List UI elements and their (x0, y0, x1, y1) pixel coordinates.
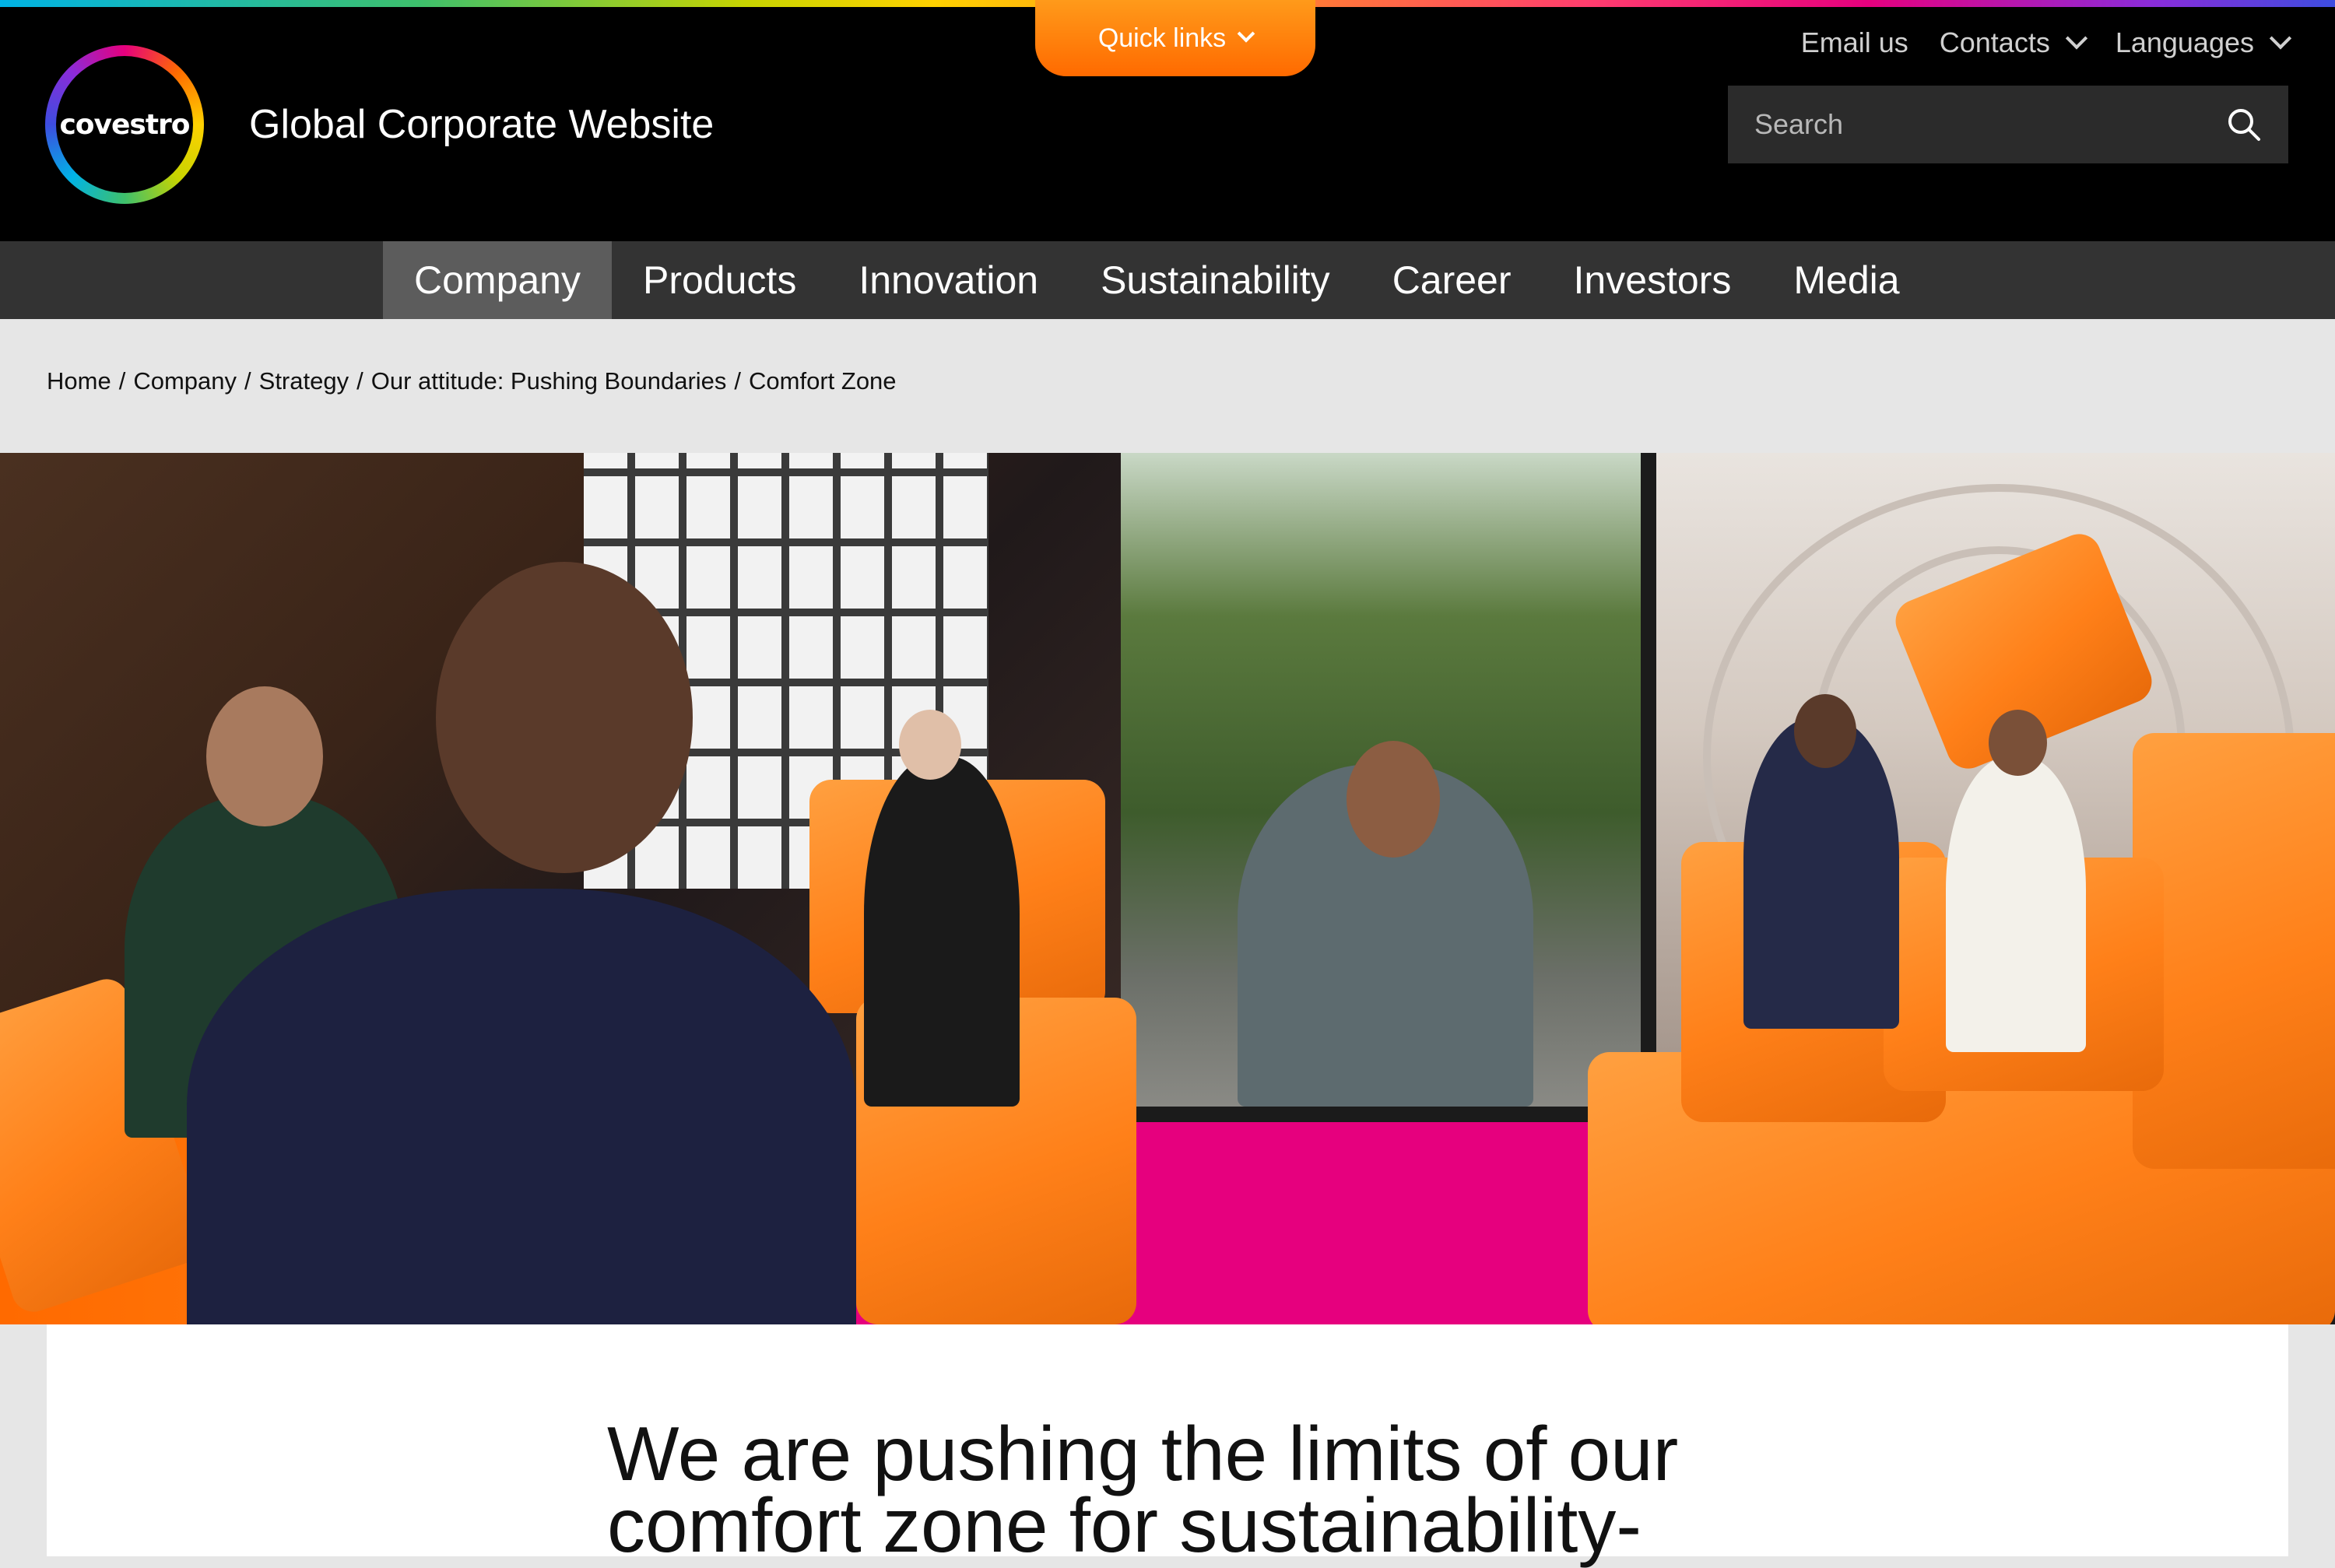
breadcrumb-separator: / (734, 367, 742, 395)
languages-label: Languages (2115, 26, 2254, 58)
person-head (206, 686, 323, 826)
search-icon[interactable] (2224, 105, 2263, 144)
person-black-suit (864, 756, 1020, 1107)
nav-item-products[interactable]: Products (612, 241, 827, 319)
logo-inner: covestro (56, 56, 193, 193)
content-card: We are pushing the limits of our comfort… (47, 1324, 2288, 1563)
breadcrumb-strategy[interactable]: Strategy (259, 367, 349, 395)
email-us-link[interactable]: Email us (1801, 26, 1908, 59)
nav-item-innovation[interactable]: Innovation (827, 241, 1069, 319)
nav-item-career[interactable]: Career (1361, 241, 1543, 319)
nav-items: Company Products Innovation Sustainabili… (383, 241, 1931, 319)
breadcrumb-separator: / (244, 367, 251, 395)
breadcrumb-separator: / (356, 367, 363, 395)
breadcrumb-our-attitude[interactable]: Our attitude: Pushing Boundaries (371, 367, 727, 395)
logo-text: covestro (59, 108, 190, 141)
search-input[interactable] (1753, 107, 2224, 142)
breadcrumb-separator: / (118, 367, 126, 395)
page-headline: We are pushing the limits of our comfort… (607, 1411, 1679, 1568)
person-white-outfit (1946, 756, 2086, 1052)
breadcrumb: Home / Company / Strategy / Our attitude… (47, 367, 897, 395)
site-title: Global Corporate Website (249, 102, 715, 147)
site-header: covestro Global Corporate Website Quick … (0, 0, 2335, 241)
quick-links-button[interactable]: Quick links (1035, 0, 1315, 76)
breadcrumb-company[interactable]: Company (133, 367, 237, 395)
chevron-down-icon (1237, 25, 1255, 43)
person-head (436, 562, 693, 873)
nav-item-company[interactable]: Company (383, 241, 612, 319)
hero-image (0, 453, 2335, 1324)
breadcrumb-home[interactable]: Home (47, 367, 111, 395)
nav-item-investors[interactable]: Investors (1543, 241, 1763, 319)
person-head (1989, 710, 2047, 776)
contacts-dropdown[interactable]: Contacts (1939, 26, 2087, 59)
breadcrumb-bar: Home / Company / Strategy / Our attitude… (0, 319, 2335, 453)
person-head (1794, 694, 1856, 768)
nav-item-sustainability[interactable]: Sustainability (1069, 241, 1361, 319)
email-us-label: Email us (1800, 26, 1908, 58)
main-nav: Company Products Innovation Sustainabili… (0, 241, 2335, 319)
person-navy-shirt (187, 889, 856, 1324)
person-head (899, 710, 961, 780)
chevron-down-icon (2065, 27, 2087, 50)
breadcrumb-current: Comfort Zone (749, 367, 897, 395)
chevron-down-icon (2269, 27, 2292, 50)
nav-item-media[interactable]: Media (1762, 241, 1930, 319)
person-head (1347, 741, 1440, 858)
contacts-label: Contacts (1939, 26, 2050, 58)
covestro-logo[interactable]: covestro (45, 45, 204, 204)
top-links: Email us Contacts Languages (1801, 26, 2292, 59)
languages-dropdown[interactable]: Languages (2115, 26, 2292, 59)
search-box (1728, 86, 2288, 163)
quick-links-label: Quick links (1097, 23, 1227, 53)
